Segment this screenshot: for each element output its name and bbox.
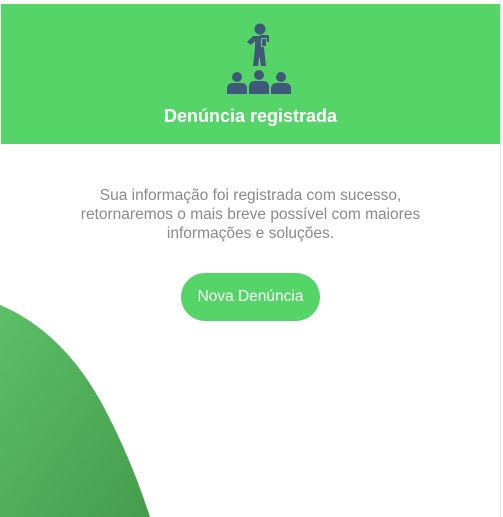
success-header: Denúncia registrada (1, 4, 500, 144)
decorative-wave-shape (0, 305, 150, 517)
message-line: informações e soluções. (166, 225, 335, 242)
confirmation-card: Denúncia registrada Sua informação foi r… (0, 0, 501, 517)
page-title: Denúncia registrada (163, 106, 338, 126)
success-message: Sua informação foi registrada com sucess… (40, 186, 461, 243)
message-line: retornaremos o mais breve possível com m… (80, 206, 421, 223)
new-report-button[interactable]: Nova Denúncia (181, 273, 320, 321)
speaker-audience-icon (227, 23, 291, 94)
message-line: Sua informação foi registrada com sucess… (99, 187, 402, 204)
